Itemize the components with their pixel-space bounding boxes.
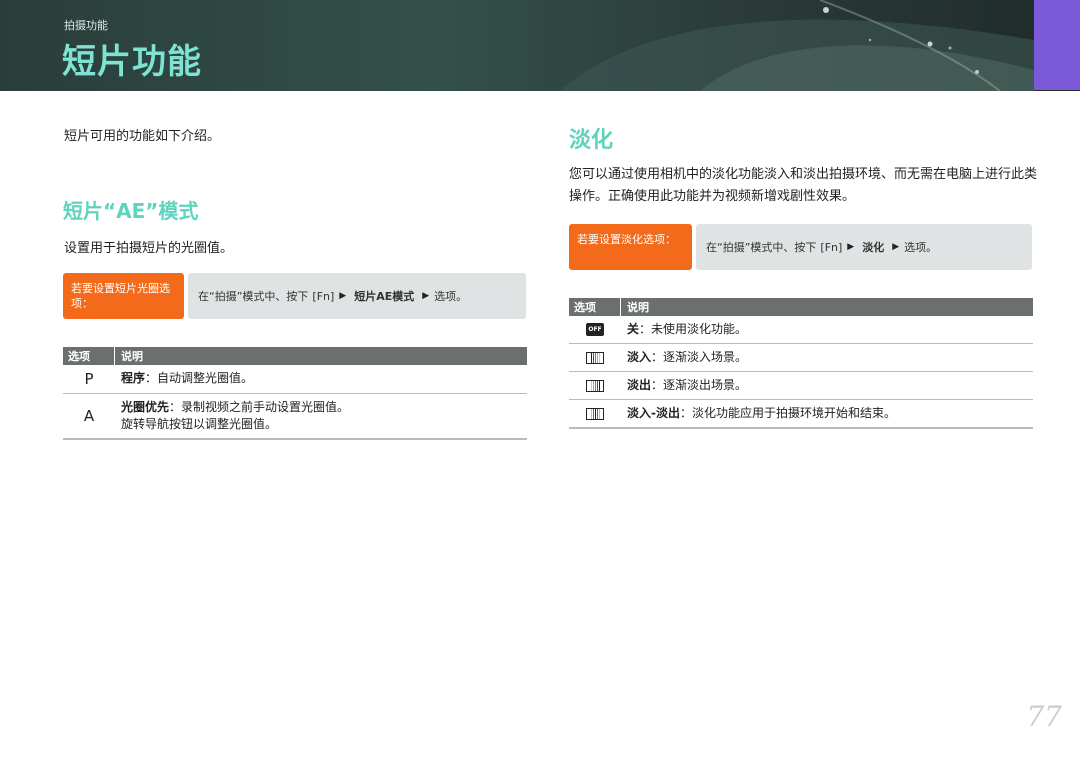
option-text: ：录制视频之前手动设置光圈值。: [169, 400, 350, 414]
option-text: ：逐渐淡出场景。: [651, 378, 748, 392]
option-text-extra: 旋转导航按钮以调整光圈值。: [121, 417, 278, 431]
table-header: 选项 说明: [569, 298, 1033, 316]
fade-off-icon: OFF: [586, 323, 604, 336]
option-description: 淡入-淡出：淡化功能应用于拍摄环境开始和结束。: [621, 400, 896, 427]
table-row: P 程序：自动调整光圈值。: [63, 365, 527, 394]
howto-instructions: 在“拍摄”模式中、按下 [Fn] ▶ 淡化 ▶ 选项。: [696, 224, 1032, 270]
arrow-right-icon: ▶: [892, 242, 900, 252]
menu-item-movie-ae: 短片AE模式: [354, 290, 415, 303]
option-icon-cell: [569, 372, 621, 399]
option-text: ：淡化功能应用于拍摄环境开始和结束。: [679, 406, 896, 420]
column-header-description: 说明: [627, 301, 649, 314]
option-p-icon: P: [84, 370, 94, 388]
howto-suffix: 选项。: [904, 241, 938, 254]
table-row: A 光圈优先：录制视频之前手动设置光圈值。 旋转导航按钮以调整光圈值。: [63, 394, 527, 440]
option-text: ：逐渐淡入场景。: [651, 350, 748, 364]
page-number: 77: [1026, 700, 1062, 733]
option-description: 淡出：逐渐淡出场景。: [621, 372, 747, 399]
movie-ae-howto: 若要设置短片光圈选项： 在“拍摄”模式中、按下 [Fn] ▶ 短片AE模式 ▶ …: [63, 273, 526, 319]
arrow-right-icon: ▶: [422, 291, 430, 301]
movie-ae-description: 设置用于拍摄短片的光圈值。: [64, 241, 234, 256]
fn-key-label: [Fn]: [312, 289, 335, 303]
howto-label: 若要设置短片光圈选项：: [63, 273, 184, 319]
breadcrumb[interactable]: 拍摄功能: [64, 17, 108, 33]
howto-suffix: 选项。: [434, 290, 468, 303]
section-title-movie-ae: 短片“AE”模式: [63, 199, 199, 223]
option-description: 关：未使用淡化功能。: [621, 316, 747, 343]
fade-in-icon: [586, 351, 604, 364]
table-row: 淡入：逐渐淡入场景。: [569, 344, 1033, 372]
option-icon-cell: OFF: [569, 316, 621, 343]
header-banner: 拍摄功能 短片功能: [0, 0, 1080, 91]
option-description: 淡入：逐渐淡入场景。: [621, 344, 747, 371]
option-name: 关: [627, 322, 640, 336]
page-title: 短片功能: [62, 42, 202, 82]
movie-ae-options-table: 选项 说明 P 程序：自动调整光圈值。 A 光圈优先：录制视频之前手动设置光圈值…: [63, 347, 527, 440]
table-row: 淡入-淡出：淡化功能应用于拍摄环境开始和结束。: [569, 400, 1033, 429]
table-row: OFF 关：未使用淡化功能。: [569, 316, 1033, 344]
arrow-right-icon: ▶: [339, 291, 347, 301]
fade-out-icon: [586, 379, 604, 392]
column-header-description: 说明: [121, 350, 143, 363]
section-title-fade: 淡化: [569, 128, 614, 153]
column-header-option: 选项: [569, 298, 621, 316]
howto-prefix: 在“拍摄”模式中、按下: [198, 290, 309, 303]
option-name: 程序: [121, 371, 146, 385]
fade-options-table: 选项 说明 OFF 关：未使用淡化功能。 淡入：逐渐淡入场景。 淡出：逐渐淡出场…: [569, 298, 1033, 429]
option-name: 光圈优先: [121, 400, 170, 414]
table-row: 淡出：逐渐淡出场景。: [569, 372, 1033, 400]
fade-howto: 若要设置淡化选项： 在“拍摄”模式中、按下 [Fn] ▶ 淡化 ▶ 选项。: [569, 224, 1032, 270]
option-text: ：自动调整光圈值。: [145, 371, 254, 385]
chapter-tab[interactable]: [1034, 0, 1080, 90]
howto-label: 若要设置淡化选项：: [569, 224, 692, 270]
column-header-option: 选项: [63, 347, 115, 365]
option-name: 淡入: [627, 350, 652, 364]
menu-item-fade: 淡化: [862, 241, 885, 254]
option-name: 淡入-淡出: [627, 406, 680, 420]
option-name: 淡出: [627, 378, 652, 392]
arrow-right-icon: ▶: [847, 242, 855, 252]
option-description: 程序：自动调整光圈值。: [115, 365, 253, 393]
howto-instructions: 在“拍摄”模式中、按下 [Fn] ▶ 短片AE模式 ▶ 选项。: [188, 273, 526, 319]
howto-prefix: 在“拍摄”模式中、按下: [706, 241, 817, 254]
option-icon-cell: [569, 400, 621, 427]
table-header: 选项 说明: [63, 347, 527, 365]
fn-key-label: [Fn]: [820, 240, 843, 254]
fade-in-out-icon: [586, 407, 604, 420]
intro-text: 短片可用的功能如下介绍。: [64, 129, 221, 144]
option-a-icon: A: [83, 407, 95, 425]
option-text: ：未使用淡化功能。: [639, 322, 748, 336]
fade-description: 您可以通过使用相机中的淡化功能淡入和淡出拍摄环境、而无需在电脑上进行此类操作。正…: [569, 167, 1038, 204]
option-icon-cell: [569, 344, 621, 371]
option-description: 光圈优先：录制视频之前手动设置光圈值。 旋转导航按钮以调整光圈值。: [115, 394, 349, 438]
